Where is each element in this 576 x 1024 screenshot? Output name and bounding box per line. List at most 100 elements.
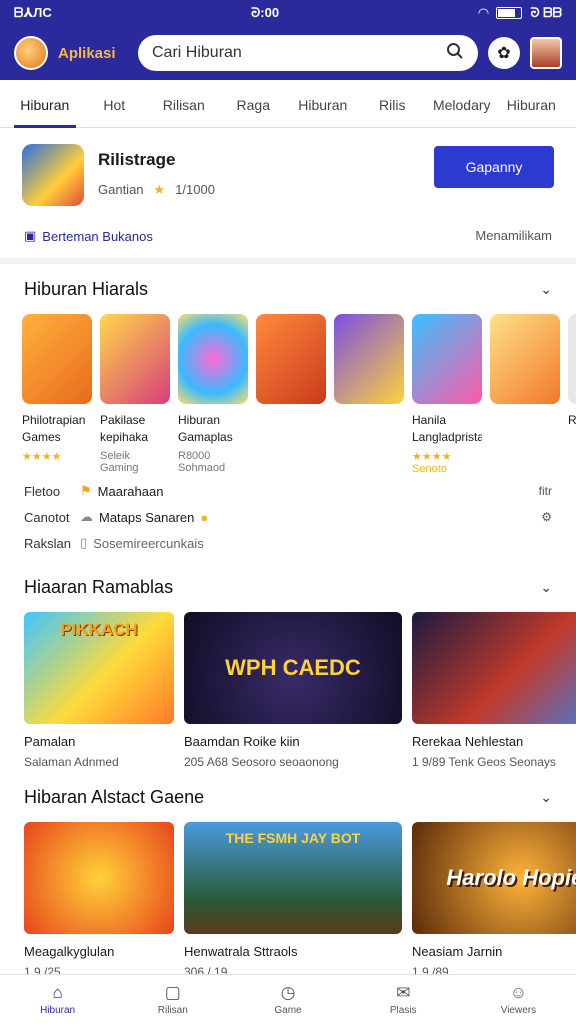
app-rating: R8000 Sohmaod — [178, 450, 226, 474]
tab-7[interactable]: Hiburan — [497, 97, 567, 127]
game-name: Henwatrala Sttraols — [184, 944, 298, 959]
game-banner[interactable]: WPH CAEDC — [184, 612, 402, 724]
app-logo-icon[interactable] — [14, 36, 48, 70]
app-card[interactable]: R — [568, 314, 576, 474]
file-icon: ▯ — [80, 535, 88, 550]
tab-3[interactable]: Raga — [219, 97, 289, 127]
section-title: Hiaaran Ramablas — [24, 576, 174, 597]
app-name: Hanila Langladpristan Canana — [412, 413, 482, 444]
app-card[interactable] — [256, 314, 326, 474]
app-icon[interactable] — [256, 314, 326, 404]
app-card[interactable]: Hanila Langladpristan Canana ★★★★ Senoto — [412, 314, 482, 474]
app-card[interactable]: Hiburan Gamaplas Antariak R8000 Sohmaod — [178, 314, 248, 474]
game-banner[interactable]: THE FSMH JAY BOT — [184, 822, 402, 934]
game-row: PIKKACH Pamalan Salaman Adnmed WPH CAEDC… — [0, 612, 576, 772]
status-left: ᗷ⅄ЛC — [14, 5, 52, 20]
app-icon[interactable] — [412, 314, 482, 404]
app-name — [256, 412, 326, 446]
chevron-down-icon[interactable]: ⌄ — [540, 579, 552, 596]
tab-1[interactable]: Hot — [80, 97, 150, 127]
tab-0[interactable]: Hiburan — [10, 97, 80, 128]
game-card[interactable]: Harolo Hopiek Neasiam Jarnin 1 9 /89 — [412, 822, 576, 982]
search-input[interactable] — [152, 44, 392, 62]
featured-app[interactable]: Rilistrage Gantian ★ 1/1000 Gapanny ▣ Be… — [0, 128, 576, 264]
app-rating: Seleik Gaming — [100, 450, 139, 474]
nav-apps[interactable]: ▢ Rilisan — [115, 975, 230, 1024]
app-card[interactable] — [490, 314, 560, 474]
list-item[interactable]: Rakslan ▯ Sosemireercunkais — [24, 530, 552, 556]
app-card[interactable]: Philotrapian Games ★★★★ — [22, 314, 92, 474]
star-icon: ★ — [153, 182, 166, 197]
app-icon[interactable] — [568, 314, 576, 404]
app-name — [490, 412, 560, 446]
game-meta: 1 9/89 Tenk Geos Seonays — [412, 755, 556, 769]
game-card[interactable]: PIKKACH Pamalan Salaman Adnmed — [24, 612, 174, 772]
tab-4[interactable]: Hiburan — [288, 97, 358, 127]
nav-home[interactable]: ⌂ Hiburan — [0, 975, 115, 1024]
featured-link[interactable]: ▣ Berteman Bukanos — [24, 228, 153, 244]
game-banner[interactable]: Harolo Hopiek — [412, 822, 576, 934]
home-icon: ⌂ — [52, 983, 63, 1002]
section-title: Hibaran Alstact Gaene — [24, 786, 205, 807]
app-icon[interactable] — [490, 314, 560, 404]
list-item[interactable]: Fletoo ⚑ Maarahaan fitr — [24, 478, 552, 504]
app-card[interactable]: Pakilase kepihaka kanionosaiun Seleik Ga… — [100, 314, 170, 474]
section-header: Hiaaran Ramablas ⌄ — [0, 562, 576, 612]
mail-icon: ✉ — [396, 983, 411, 1002]
featured-rating: 1/1000 — [175, 182, 215, 197]
badge-icon: ▣ — [24, 228, 37, 243]
game-card[interactable]: THE FSMH JAY BOT Henwatrala Sttraols 306… — [184, 822, 402, 982]
game-name: Neasiam Jarnin — [412, 944, 503, 959]
app-icon[interactable] — [22, 314, 92, 404]
featured-right-label[interactable]: Menamilikam — [475, 228, 552, 243]
game-name: Baamdan Roike kiin — [184, 734, 300, 749]
app-name: Pakilase kepihaka kanionosaiun — [100, 413, 149, 444]
game-card[interactable]: Meagalkyglulan 1 9 /25 — [24, 822, 174, 982]
app-rating: ★★★★ — [22, 451, 62, 463]
chevron-down-icon[interactable]: ⌄ — [540, 281, 552, 298]
status-right: ᘒ ᗷᗷ — [530, 5, 562, 20]
person-icon: ☺ — [509, 983, 528, 1002]
app-name: Philotrapian Games — [22, 413, 86, 444]
app-rating: ★★★★ Senoto — [412, 451, 452, 474]
app-icon[interactable] — [178, 314, 248, 404]
game-name: Meagalkyglulan — [24, 944, 115, 959]
tab-2[interactable]: Rilisan — [149, 97, 219, 127]
wifi-icon: ◠ — [478, 5, 489, 20]
sprout-icon[interactable]: ✿ — [488, 37, 520, 69]
tab-6[interactable]: Melodary — [427, 97, 497, 127]
game-name: Pamalan — [24, 734, 76, 749]
status-bar: ᗷ⅄ЛC ᘒ:00 ◠ ᘒ ᗷᗷ — [0, 0, 576, 26]
nav-mail[interactable]: ✉ Plasis — [346, 975, 461, 1024]
app-name: Hiburan Gamaplas Antariak — [178, 413, 233, 444]
tab-5[interactable]: Rilis — [358, 97, 428, 127]
search-bar[interactable] — [138, 35, 478, 71]
list-item[interactable]: Canotot ☁ Mataps Sanaren ● ⚙ — [24, 504, 552, 530]
game-banner[interactable] — [24, 822, 174, 934]
cloud-icon: ☁ — [80, 509, 93, 524]
clock-icon: ◷ — [280, 983, 296, 1002]
avatar[interactable] — [530, 37, 562, 69]
apps-icon: ▢ — [164, 983, 181, 1002]
app-name — [334, 412, 404, 446]
featured-meta: Gantian — [98, 182, 144, 197]
search-icon[interactable] — [446, 42, 464, 65]
app-bar: Aplikasi ✿ — [0, 26, 576, 80]
game-banner[interactable] — [412, 612, 576, 724]
nav-games[interactable]: ◷ Game — [230, 975, 345, 1024]
app-card[interactable] — [334, 314, 404, 474]
nav-profile[interactable]: ☺ Viewers — [461, 975, 576, 1024]
app-icon[interactable] — [100, 314, 170, 404]
game-card[interactable]: WPH CAEDC Baamdan Roike kiin 205 A68 Seo… — [184, 612, 402, 772]
game-card[interactable]: Rerekaa Nehlestan 1 9/89 Tenk Geos Seona… — [412, 612, 576, 772]
featured-app-icon[interactable] — [22, 144, 84, 206]
game-banner[interactable]: PIKKACH — [24, 612, 174, 724]
settings-icon[interactable]: ⚙ — [541, 510, 552, 524]
game-row: Meagalkyglulan 1 9 /25 THE FSMH JAY BOT … — [0, 822, 576, 982]
install-button[interactable]: Gapanny — [434, 146, 554, 188]
featured-title: Rilistrage — [98, 150, 176, 169]
pin-icon: ⚑ — [80, 483, 92, 498]
app-icon[interactable] — [334, 314, 404, 404]
game-name: Rerekaa Nehlestan — [412, 734, 524, 749]
chevron-down-icon[interactable]: ⌄ — [540, 789, 552, 806]
